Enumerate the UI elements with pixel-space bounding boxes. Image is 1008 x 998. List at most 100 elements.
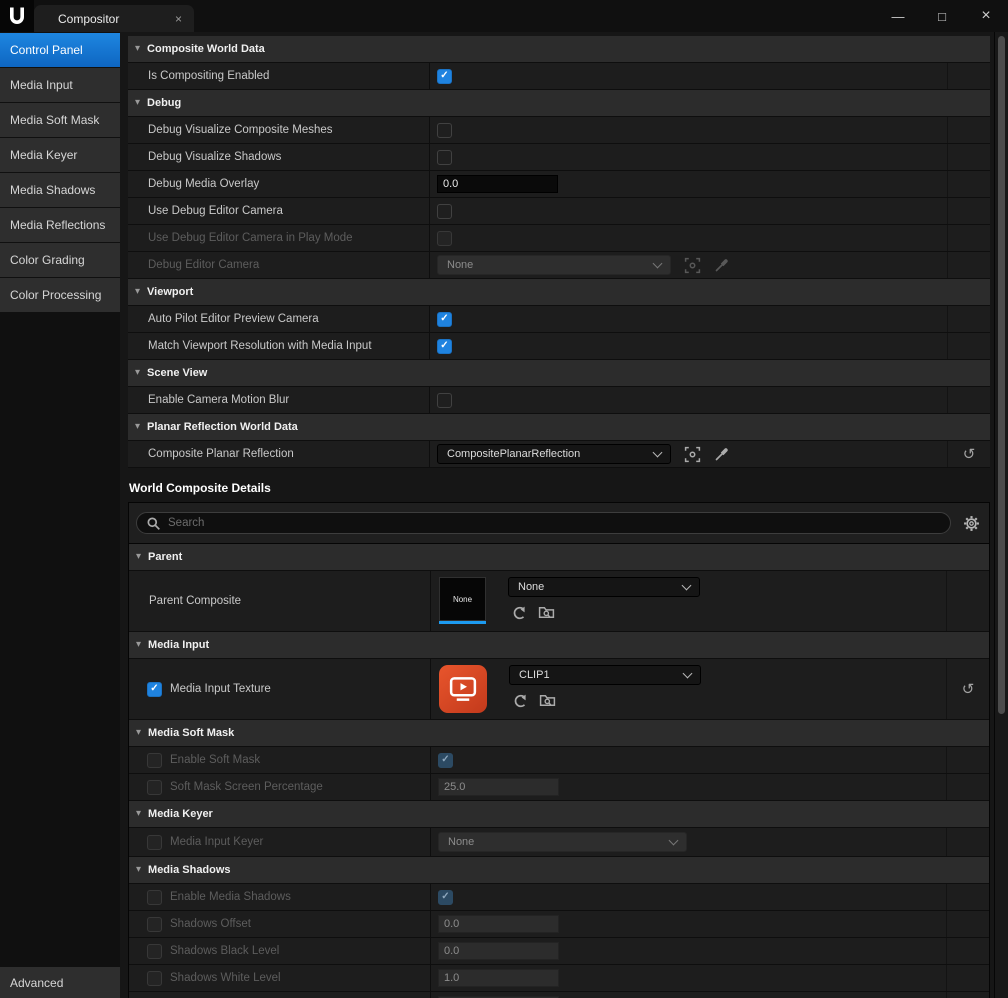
collapse-triangle-icon: ▾ bbox=[135, 287, 140, 297]
collapse-triangle-icon: ▾ bbox=[136, 728, 141, 738]
scrollbar-thumb[interactable] bbox=[998, 36, 1005, 714]
section-header-media-keyer[interactable]: ▾ Media Keyer bbox=[129, 801, 989, 828]
use-selected-asset-icon[interactable] bbox=[511, 604, 527, 621]
section-header-composite-world-data[interactable]: ▾ Composite World Data bbox=[128, 36, 990, 63]
collapse-triangle-icon: ▾ bbox=[135, 44, 140, 54]
sidebar-item-media-shadows[interactable]: Media Shadows bbox=[0, 173, 120, 207]
property-label: Soft Mask Screen Percentage bbox=[170, 781, 323, 793]
is-compositing-enabled-checkbox[interactable]: ✓ bbox=[437, 69, 452, 84]
tab-close-icon[interactable]: × bbox=[175, 12, 182, 26]
collapse-triangle-icon: ▾ bbox=[135, 368, 140, 378]
sidebar-item-advanced[interactable]: Advanced bbox=[0, 967, 120, 998]
auto-pilot-checkbox[interactable]: ✓ bbox=[437, 312, 452, 327]
enable-soft-mask-override-checkbox[interactable] bbox=[147, 753, 162, 768]
row-shadows-offset: Shadows Offset bbox=[129, 911, 989, 938]
sidebar-item-color-grading[interactable]: Color Grading bbox=[0, 243, 120, 277]
section-header-parent[interactable]: ▾ Parent bbox=[129, 544, 989, 571]
browse-to-asset-icon[interactable] bbox=[538, 604, 555, 621]
sidebar-item-control-panel[interactable]: Control Panel bbox=[0, 33, 120, 67]
row-use-debug-editor-camera-play-mode: Use Debug Editor Camera in Play Mode bbox=[128, 225, 990, 252]
tab-title: Compositor bbox=[58, 12, 119, 26]
media-input-texture-dropdown[interactable]: CLIP1 bbox=[509, 665, 701, 685]
sidebar-item-media-keyer[interactable]: Media Keyer bbox=[0, 138, 120, 172]
soft-mask-screen-percentage-override-checkbox[interactable] bbox=[147, 780, 162, 795]
parent-composite-thumbnail[interactable]: None bbox=[439, 577, 486, 624]
row-enable-soft-mask: Enable Soft Mask ✓ bbox=[129, 747, 989, 774]
check-icon: ✓ bbox=[440, 341, 448, 351]
collapse-triangle-icon: ▾ bbox=[136, 809, 141, 819]
pick-actor-icon[interactable] bbox=[684, 446, 701, 463]
property-label: Debug Media Overlay bbox=[148, 178, 259, 190]
chevron-down-icon bbox=[682, 580, 692, 590]
debug-visualize-shadows-checkbox[interactable] bbox=[437, 150, 452, 165]
settings-gear-icon[interactable] bbox=[960, 515, 982, 532]
titlebar-drag-area[interactable] bbox=[194, 0, 876, 32]
reset-to-default-icon[interactable]: ↺ bbox=[962, 682, 975, 697]
minimize-button[interactable]: — bbox=[876, 0, 920, 32]
search-field[interactable] bbox=[136, 512, 951, 534]
section-header-scene-view[interactable]: ▾ Scene View bbox=[128, 360, 990, 387]
asset-color-bar bbox=[439, 621, 486, 624]
collapse-triangle-icon: ▾ bbox=[135, 422, 140, 432]
check-icon: ✓ bbox=[440, 314, 448, 324]
shadows-black-level-input bbox=[438, 942, 559, 960]
section-header-media-shadows[interactable]: ▾ Media Shadows bbox=[129, 857, 989, 884]
scrollbar[interactable] bbox=[994, 32, 1008, 998]
titlebar: Compositor × — □ × bbox=[0, 0, 1008, 32]
use-selected-asset-icon[interactable] bbox=[512, 692, 528, 709]
debug-visualize-composite-meshes-checkbox[interactable] bbox=[437, 123, 452, 138]
section-header-viewport[interactable]: ▾ Viewport bbox=[128, 279, 990, 306]
section-header-debug[interactable]: ▾ Debug bbox=[128, 90, 990, 117]
tab-compositor[interactable]: Compositor × bbox=[34, 5, 194, 32]
shadows-offset-input bbox=[438, 915, 559, 933]
enable-media-shadows-override-checkbox[interactable] bbox=[147, 890, 162, 905]
property-label: Enable Media Shadows bbox=[170, 891, 291, 903]
row-shadows-white-level: Shadows White Level bbox=[129, 965, 989, 992]
shadows-white-level-input bbox=[438, 969, 559, 987]
section-header-planar-reflection-world-data[interactable]: ▾ Planar Reflection World Data bbox=[128, 414, 990, 441]
sidebar-item-media-input[interactable]: Media Input bbox=[0, 68, 120, 102]
section-header-media-soft-mask[interactable]: ▾ Media Soft Mask bbox=[129, 720, 989, 747]
property-label: Shadows Offset bbox=[170, 918, 251, 930]
row-debug-visualize-composite-meshes: Debug Visualize Composite Meshes bbox=[128, 117, 990, 144]
use-debug-editor-camera-checkbox[interactable] bbox=[437, 204, 452, 219]
collapse-triangle-icon: ▾ bbox=[136, 865, 141, 875]
collapse-triangle-icon: ▾ bbox=[136, 640, 141, 650]
browse-to-asset-icon[interactable] bbox=[539, 692, 556, 709]
property-label: Debug Editor Camera bbox=[148, 259, 259, 271]
section-header-media-input[interactable]: ▾ Media Input bbox=[129, 632, 989, 659]
media-texture-thumbnail[interactable] bbox=[439, 665, 487, 713]
shadows-offset-override-checkbox[interactable] bbox=[147, 917, 162, 932]
enable-camera-motion-blur-checkbox[interactable] bbox=[437, 393, 452, 408]
shadows-white-level-override-checkbox[interactable] bbox=[147, 971, 162, 986]
parent-composite-dropdown[interactable]: None bbox=[508, 577, 700, 597]
media-input-keyer-dropdown: None bbox=[438, 832, 687, 852]
chevron-down-icon bbox=[653, 447, 663, 457]
reset-to-default-icon[interactable]: ↺ bbox=[963, 447, 976, 462]
row-debug-visualize-shadows: Debug Visualize Shadows bbox=[128, 144, 990, 171]
media-input-keyer-override-checkbox[interactable] bbox=[147, 835, 162, 850]
composite-planar-reflection-dropdown[interactable]: CompositePlanarReflection bbox=[437, 444, 671, 464]
debug-media-overlay-input[interactable] bbox=[437, 175, 558, 193]
enable-soft-mask-checkbox: ✓ bbox=[438, 753, 453, 768]
media-input-texture-override-checkbox[interactable]: ✓ bbox=[147, 682, 162, 697]
row-auto-pilot-editor-preview-camera: Auto Pilot Editor Preview Camera ✓ bbox=[128, 306, 990, 333]
maximize-button[interactable]: □ bbox=[920, 0, 964, 32]
shadows-black-level-override-checkbox[interactable] bbox=[147, 944, 162, 959]
pick-actor-icon bbox=[684, 257, 701, 274]
chevron-down-icon bbox=[683, 668, 693, 678]
sidebar-item-media-reflections[interactable]: Media Reflections bbox=[0, 208, 120, 242]
check-icon: ✓ bbox=[150, 684, 158, 694]
match-viewport-resolution-checkbox[interactable]: ✓ bbox=[437, 339, 452, 354]
eyedropper-icon[interactable] bbox=[714, 446, 730, 462]
compositor-window: Compositor × — □ × Control Panel Media I… bbox=[0, 0, 1008, 998]
collapse-triangle-icon: ▾ bbox=[135, 98, 140, 108]
sidebar-spacer bbox=[0, 313, 120, 967]
sidebar-item-color-processing[interactable]: Color Processing bbox=[0, 278, 120, 312]
sidebar-item-media-soft-mask[interactable]: Media Soft Mask bbox=[0, 103, 120, 137]
row-enable-media-shadows: Enable Media Shadows ✓ bbox=[129, 884, 989, 911]
row-parent-composite: Parent Composite None None bbox=[129, 571, 989, 632]
search-input[interactable] bbox=[168, 517, 941, 529]
world-composite-details-panel: ▾ Parent Parent Composite None None bbox=[128, 502, 990, 998]
close-button[interactable]: × bbox=[964, 0, 1008, 32]
